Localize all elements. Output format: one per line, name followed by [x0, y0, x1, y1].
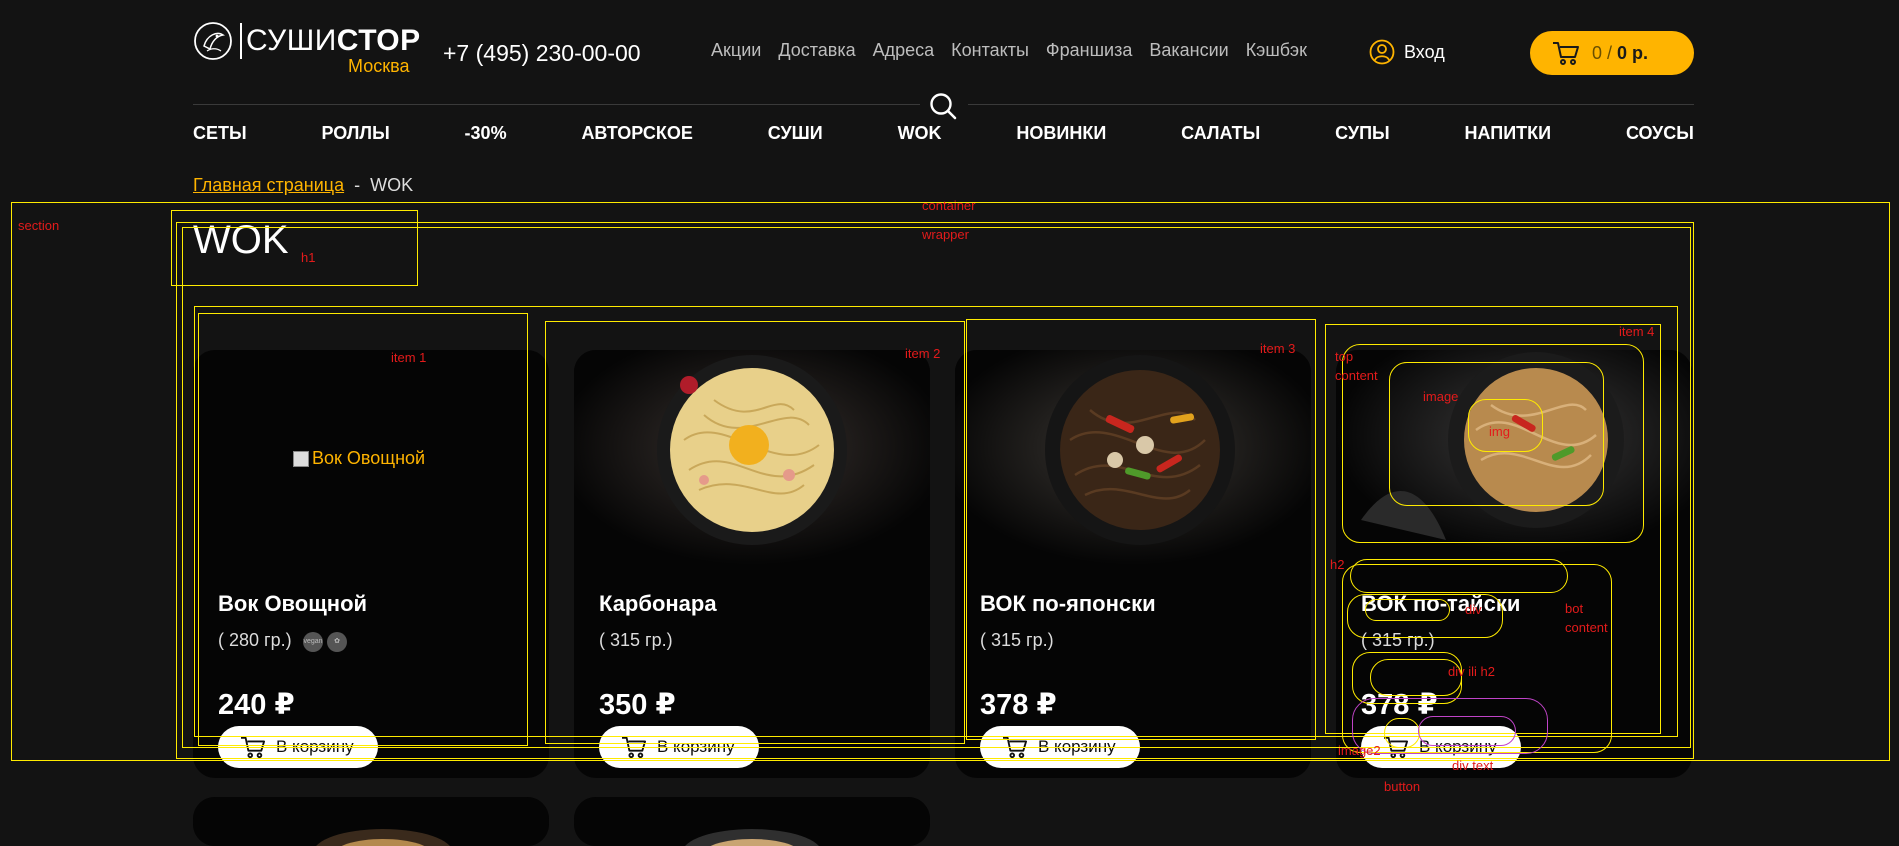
- add-to-cart-button[interactable]: В корзину: [980, 726, 1140, 768]
- category-sets[interactable]: СЕТЫ: [193, 123, 247, 144]
- breadcrumb-separator: -: [354, 175, 361, 195]
- product-name[interactable]: ВОК по-тайски: [1361, 591, 1520, 617]
- category-rolls[interactable]: РОЛЛЫ: [321, 123, 389, 144]
- logo-text-light: СУШИ: [246, 24, 337, 57]
- add-to-cart-label: В корзину: [1038, 737, 1116, 756]
- product-card[interactable]: ВОК по-тайски ( 315 гр.) 378 ₽ В корзину: [1336, 350, 1692, 778]
- product-price: 350 ₽: [599, 689, 676, 721]
- product-card[interactable]: [574, 797, 930, 846]
- top-nav: Акции Доставка Адреса Контакты Франшиза …: [711, 40, 1307, 61]
- annotation-button-label: button: [1384, 779, 1421, 794]
- breadcrumb-current: WOK: [370, 175, 414, 195]
- product-image[interactable]: Вок Овощной: [193, 350, 549, 565]
- product-weight: ( 315 гр.): [599, 630, 673, 650]
- category-wok[interactable]: WOK: [898, 123, 942, 144]
- category-signature[interactable]: АВТОРСКОЕ: [581, 123, 692, 144]
- search-icon[interactable]: [928, 91, 958, 121]
- category-salads[interactable]: САЛАТЫ: [1181, 123, 1260, 144]
- add-to-cart-label: В корзину: [276, 737, 354, 756]
- add-to-cart-label: В корзину: [657, 737, 735, 756]
- logo[interactable]: СУШИСТОР Москва: [193, 21, 420, 77]
- user-icon: [1369, 39, 1395, 65]
- page-title: WOK: [193, 218, 289, 262]
- category-sauces[interactable]: СОУСЫ: [1626, 123, 1694, 144]
- annotation-h1-label: h1: [301, 250, 316, 265]
- cart-icon: [1384, 736, 1408, 759]
- logo-fish-icon: [194, 22, 232, 60]
- login-button[interactable]: Вход: [1369, 39, 1445, 65]
- category-soups[interactable]: СУПЫ: [1335, 123, 1390, 144]
- city-selector[interactable]: Москва: [348, 56, 409, 77]
- annotation-container-label: container: [922, 198, 976, 213]
- category-nav: СЕТЫ РОЛЛЫ -30% АВТОРСКОЕ СУШИ WOK НОВИН…: [193, 123, 1694, 144]
- category-drinks[interactable]: НАПИТКИ: [1465, 123, 1552, 144]
- logo-text: СУШИСТОР: [246, 24, 421, 58]
- annotation-item4-label: item 4: [1619, 324, 1655, 339]
- category-sushi[interactable]: СУШИ: [768, 123, 823, 144]
- product-weight: ( 315 гр.): [1361, 630, 1435, 650]
- product-card[interactable]: ВОК по-японски ( 315 гр.) 378 ₽ В корзин…: [955, 350, 1311, 778]
- logo-text-bold: СТОР: [336, 24, 421, 57]
- product-name[interactable]: ВОК по-японски: [980, 591, 1156, 617]
- topnav-promotions[interactable]: Акции: [711, 40, 761, 61]
- product-image[interactable]: [955, 350, 1311, 565]
- add-to-cart-button[interactable]: В корзину: [1361, 726, 1521, 768]
- annotation-section-label: section: [18, 218, 60, 233]
- cart-icon: [622, 736, 646, 759]
- cart-total: 0 р.: [1617, 42, 1649, 63]
- annotation-wrapper-label: wrapper: [922, 227, 969, 242]
- broken-image-icon: [293, 450, 309, 467]
- cart-count: 0: [1592, 42, 1603, 63]
- product-name[interactable]: Вок Овощной: [218, 591, 367, 617]
- product-weight: ( 315 гр.): [980, 630, 1054, 650]
- add-to-cart-button[interactable]: В корзину: [599, 726, 759, 768]
- cart-icon: [1003, 736, 1027, 759]
- login-label: Вход: [1404, 41, 1445, 62]
- logo-divider: [240, 23, 242, 59]
- category-discount[interactable]: -30%: [465, 123, 507, 144]
- breadcrumb-home[interactable]: Главная страница: [193, 175, 344, 195]
- broken-image-placeholder: Вок Овощной: [293, 448, 425, 469]
- topnav-cashback[interactable]: Кэшбэк: [1246, 40, 1307, 61]
- header-divider-left: [193, 104, 920, 105]
- cart-summary: 0 / 0 р.: [1592, 43, 1648, 64]
- breadcrumb: Главная страница - WOK: [193, 175, 413, 196]
- cart-icon: [241, 736, 265, 759]
- add-to-cart-label: В корзину: [1419, 737, 1497, 756]
- cart-separator: /: [1602, 42, 1618, 63]
- header-cart-button[interactable]: 0 / 0 р.: [1530, 31, 1694, 75]
- phone-number[interactable]: +7 (495) 230-00-00: [443, 40, 641, 67]
- topnav-contacts[interactable]: Контакты: [951, 40, 1029, 61]
- product-card[interactable]: Вок Овощной Вок Овощной ( 280 гр.) vegan…: [193, 350, 549, 778]
- product-price: 378 ₽: [1361, 689, 1438, 721]
- product-price: 378 ₽: [980, 689, 1057, 721]
- product-image[interactable]: [193, 797, 549, 846]
- add-to-cart-button[interactable]: В корзину: [218, 726, 378, 768]
- product-image[interactable]: [574, 797, 930, 846]
- topnav-franchise[interactable]: Франшиза: [1046, 40, 1132, 61]
- veg-badge-icon: ✿: [327, 632, 347, 652]
- topnav-addresses[interactable]: Адреса: [873, 40, 935, 61]
- product-card[interactable]: Карбонара ( 315 гр.) 350 ₽ В корзину: [574, 350, 930, 778]
- product-weight: ( 280 гр.): [218, 630, 292, 650]
- topnav-vacancies[interactable]: Вакансии: [1149, 40, 1228, 61]
- product-name[interactable]: Карбонара: [599, 591, 717, 617]
- category-new[interactable]: НОВИНКИ: [1016, 123, 1106, 144]
- product-image[interactable]: [574, 350, 930, 565]
- cart-icon: [1553, 42, 1579, 65]
- header-divider-right: [968, 104, 1694, 105]
- product-price: 240 ₽: [218, 689, 295, 721]
- image-alt-text: Вок Овощной: [312, 448, 426, 468]
- product-badges: vegan ✿: [303, 632, 347, 652]
- product-image[interactable]: [1336, 350, 1692, 565]
- vegan-badge-icon: vegan: [303, 632, 323, 652]
- product-card[interactable]: [193, 797, 549, 846]
- topnav-delivery[interactable]: Доставка: [778, 40, 855, 61]
